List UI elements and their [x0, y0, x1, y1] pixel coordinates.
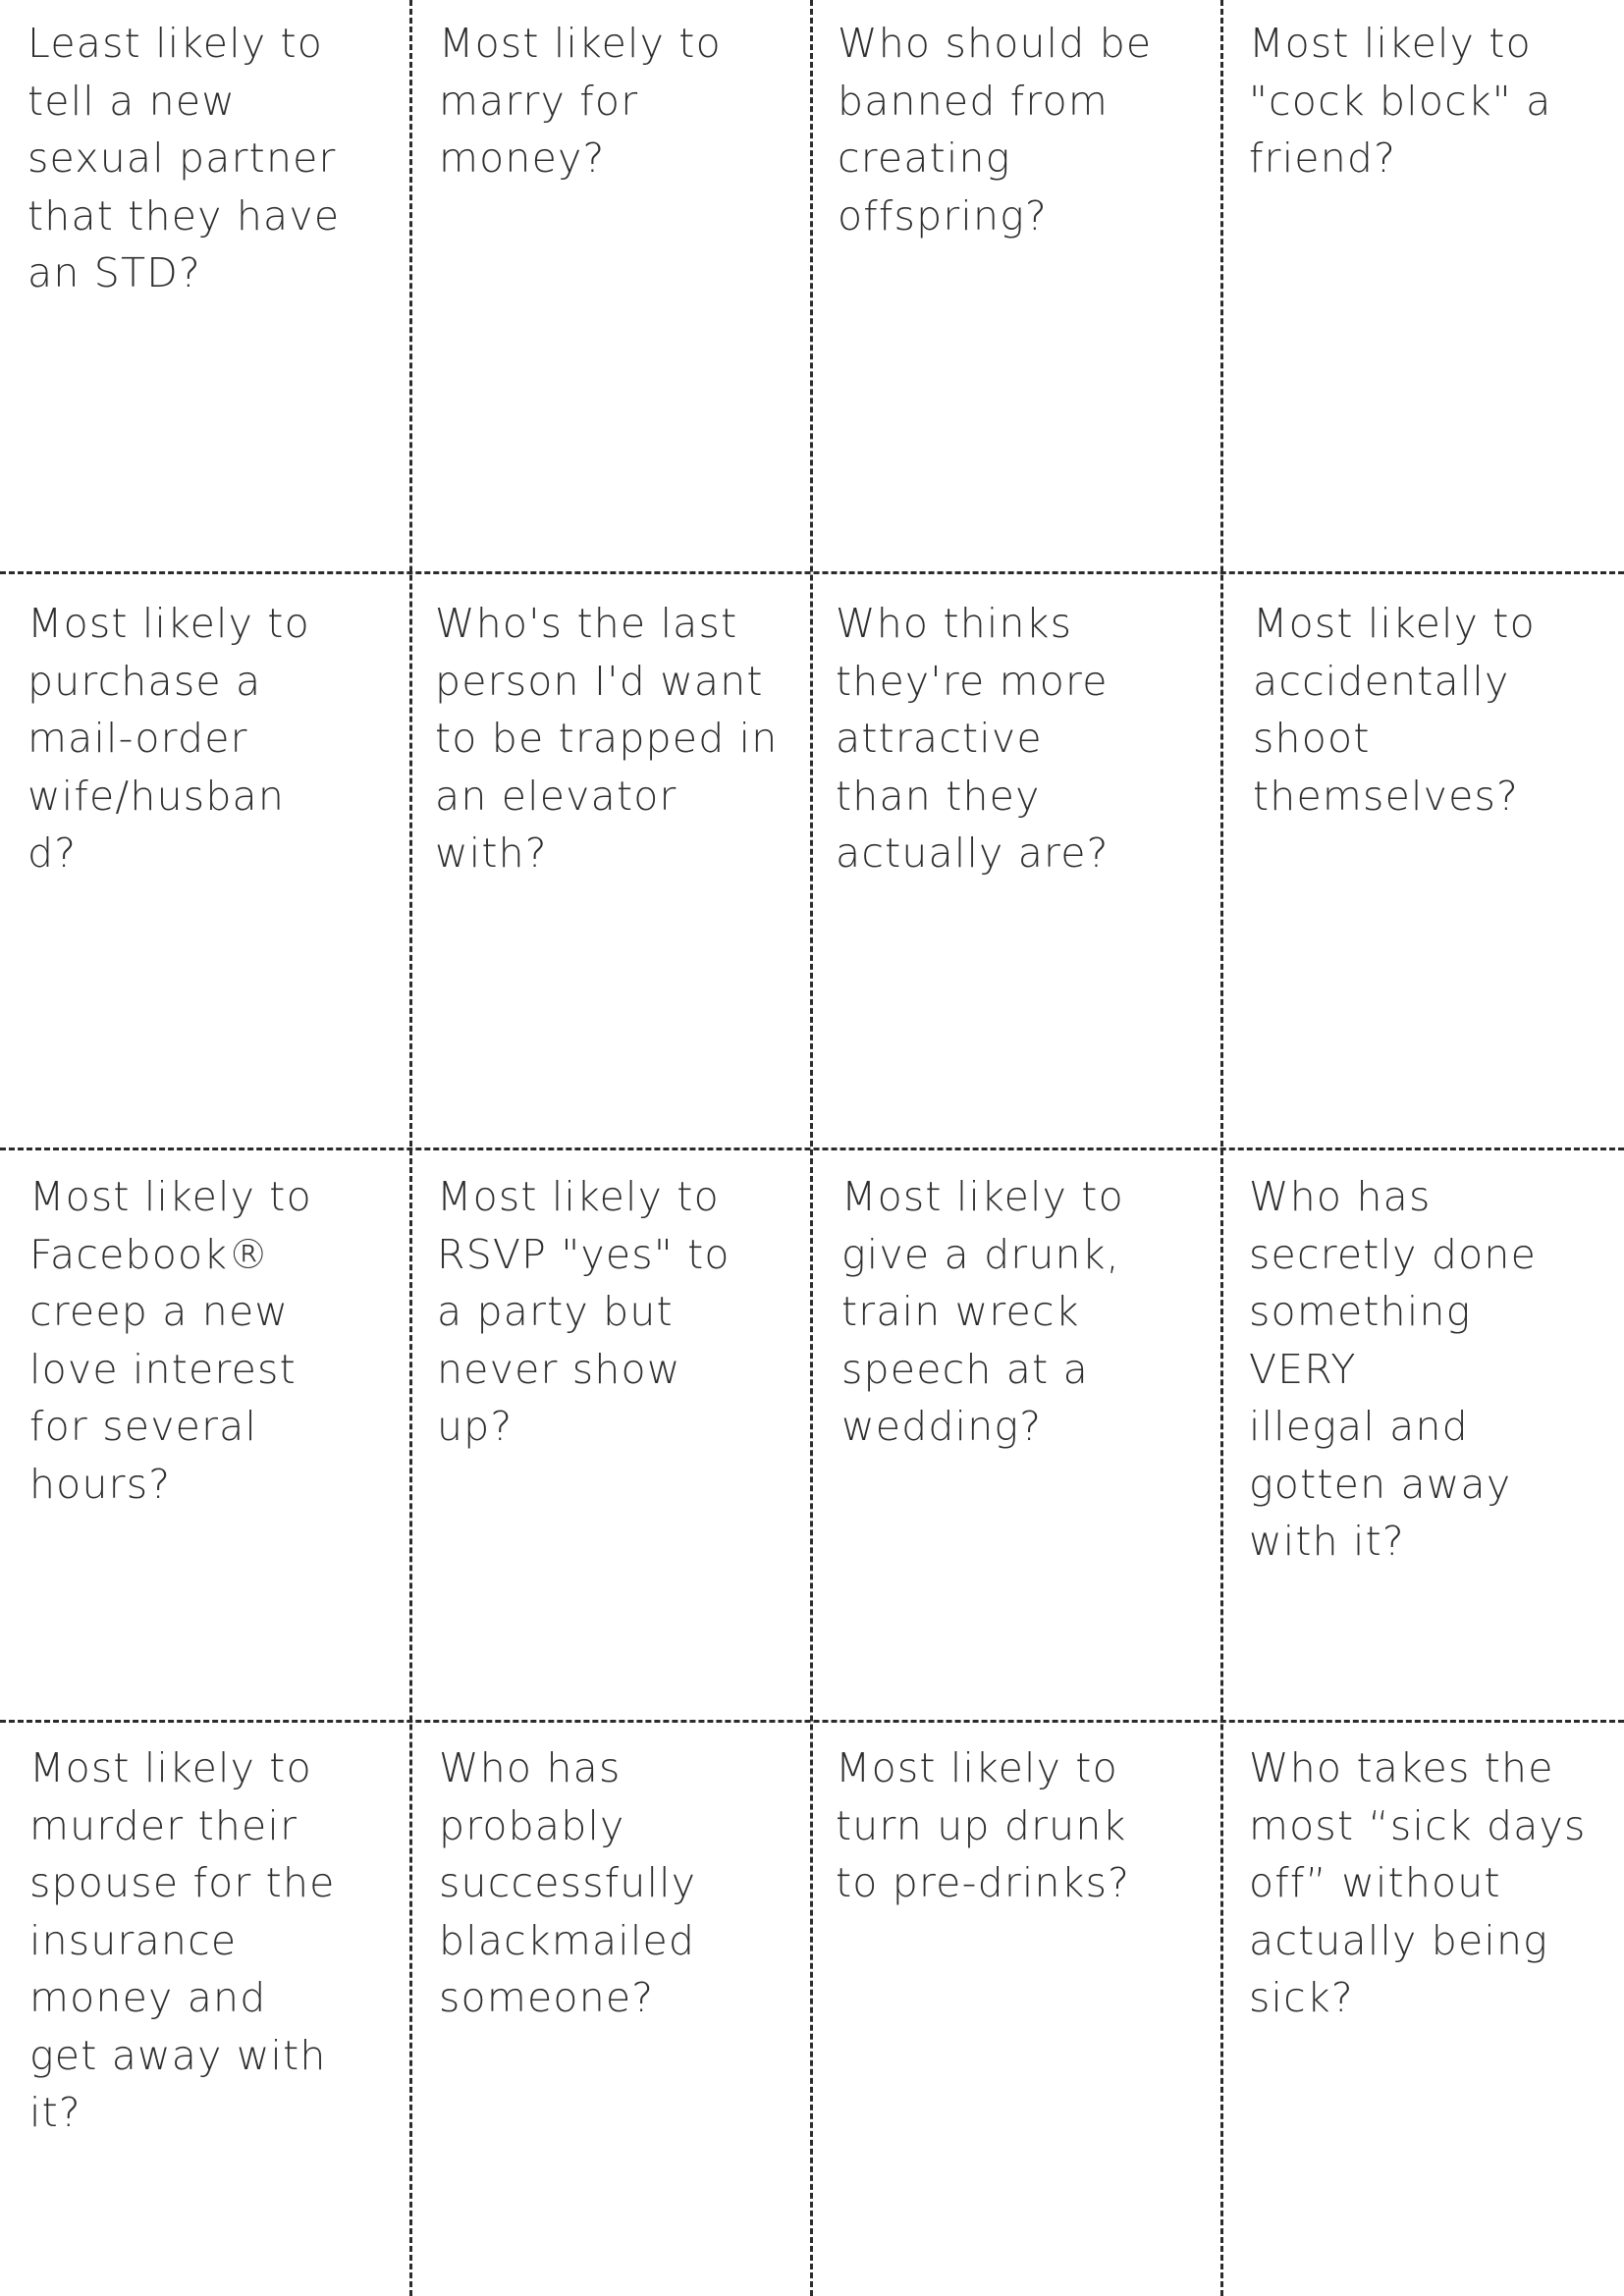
question-text: Who has probably successfully blackmaile… — [439, 1744, 697, 2021]
question-text: Who takes the most “sick days off” witho… — [1249, 1744, 1587, 2021]
question-text: Most likely to turn up drunk to pre-drin… — [836, 1744, 1131, 1906]
question-text: Most likely to RSVP "yes" to a party but… — [437, 1173, 731, 1450]
question-card: Least likely to tell a new sexual partne… — [27, 15, 340, 302]
question-card: Most likely to purchase a mail-order wif… — [27, 595, 310, 882]
question-text: Most likely to "cock block" a friend? — [1249, 20, 1552, 182]
question-card: Who's the last person I'd want to be tra… — [435, 595, 778, 882]
question-card: Who thinks they're more attractive than … — [836, 595, 1110, 882]
question-card: Most likely to give a drunk, train wreck… — [841, 1168, 1124, 1456]
question-text: Most likely to purchase a mail-order wif… — [27, 600, 310, 877]
question-text: Most likely to accidentally shoot themse… — [1253, 600, 1536, 820]
question-card: Who has secretly done something VERY ill… — [1249, 1168, 1537, 1571]
horizontal-cut-line-1 — [0, 571, 1624, 574]
question-card: Most likely to Facebook® creep a new lov… — [29, 1168, 312, 1513]
question-text: Most likely to murder their spouse for t… — [29, 1744, 336, 2136]
question-text: Most likely to Facebook® creep a new lov… — [29, 1173, 312, 1508]
question-text: Who should be banned from creating offsp… — [838, 20, 1153, 240]
question-text: Most likely to marry for money? — [439, 20, 722, 182]
question-card: Who has probably successfully blackmaile… — [439, 1739, 696, 2027]
question-card: Most likely to accidentally shoot themse… — [1253, 595, 1536, 825]
horizontal-cut-line-3 — [0, 1720, 1624, 1723]
question-card: Most likely to turn up drunk to pre-drin… — [836, 1739, 1130, 1912]
question-text: Who thinks they're more attractive than … — [836, 600, 1110, 877]
question-card: Who takes the most “sick days off” witho… — [1249, 1739, 1587, 2027]
question-card: Most likely to "cock block" a friend? — [1249, 15, 1551, 187]
question-card: Most likely to marry for money? — [439, 15, 722, 187]
horizontal-cut-line-2 — [0, 1148, 1624, 1150]
question-card: Most likely to murder their spouse for t… — [29, 1739, 336, 2142]
question-card: Most likely to RSVP "yes" to a party but… — [437, 1168, 731, 1456]
question-card: Who should be banned from creating offsp… — [838, 15, 1152, 244]
question-text: Who's the last person I'd want to be tra… — [435, 600, 779, 877]
question-text: Least likely to tell a new sexual partne… — [27, 20, 341, 296]
cut-out-card-sheet: Least likely to tell a new sexual partne… — [0, 0, 1624, 2296]
question-text: Who has secretly done something VERY ill… — [1249, 1173, 1537, 1565]
question-text: Most likely to give a drunk, train wreck… — [841, 1173, 1124, 1450]
